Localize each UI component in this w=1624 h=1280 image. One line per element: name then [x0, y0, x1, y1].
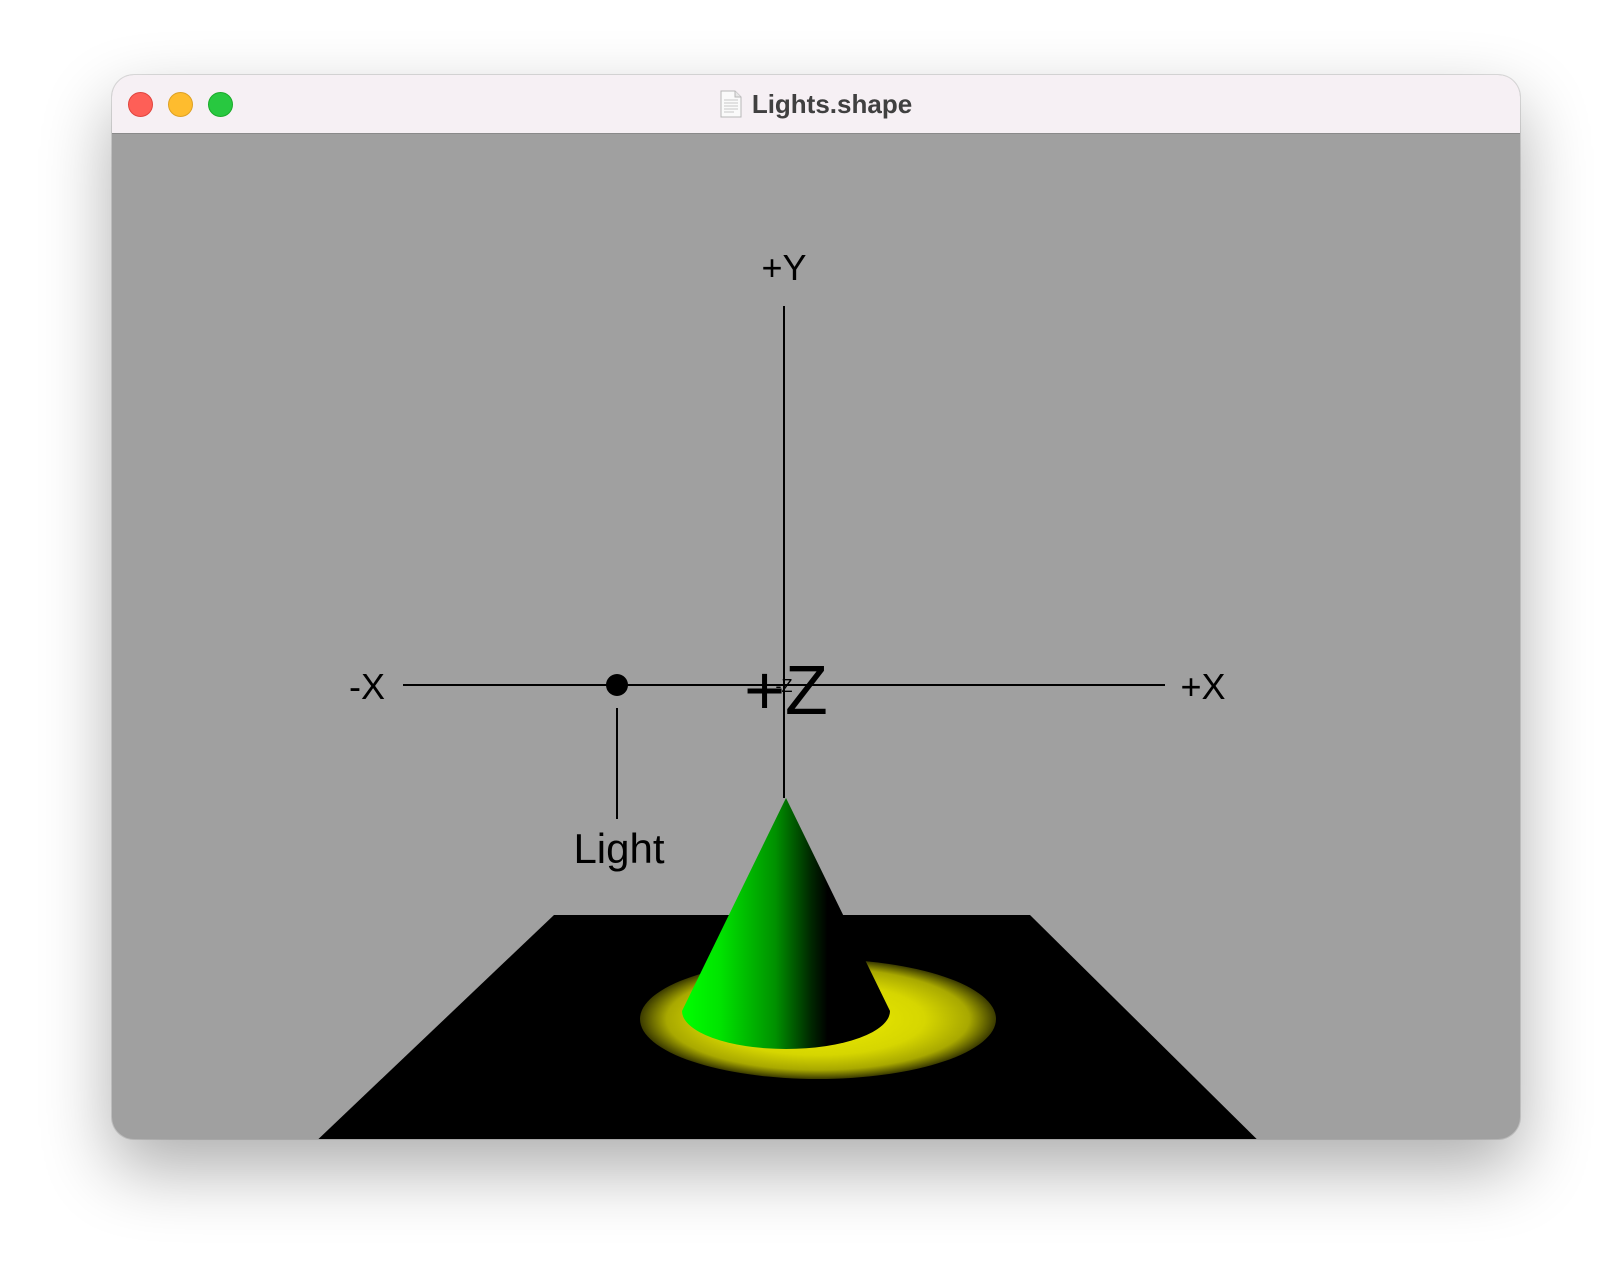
title-group: Lights.shape	[112, 75, 1520, 133]
title-bar[interactable]: Lights.shape	[112, 75, 1520, 134]
minus-x-label: -X	[349, 666, 385, 707]
plus-y-label: +Y	[761, 247, 806, 288]
plus-z-label: +Z	[744, 651, 828, 729]
light-label: Light	[573, 825, 664, 872]
plus-x-label: +X	[1180, 666, 1225, 707]
light-marker[interactable]	[606, 674, 628, 696]
app-window: Lights.shape +Y -X +X -Z +Z Light	[112, 75, 1520, 1139]
scene-canvas: +Y -X +X -Z +Z Light	[318, 247, 1257, 1139]
window-title: Lights.shape	[751, 88, 913, 119]
document-icon	[720, 90, 742, 118]
scene-viewport[interactable]: +Y -X +X -Z +Z Light	[112, 134, 1520, 1139]
